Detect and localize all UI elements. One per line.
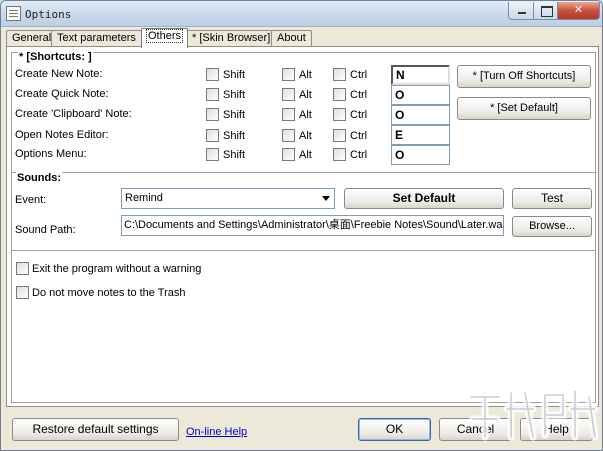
exit-without-warning-label: Exit the program without a warning: [32, 263, 202, 275]
minimize-button[interactable]: [508, 2, 534, 20]
ok-button[interactable]: OK: [358, 418, 431, 441]
shortcut-label-notes-editor: Open Notes Editor:: [15, 129, 109, 141]
shortcut-label-quick-note: Create Quick Note:: [15, 88, 109, 100]
ctrl-checkbox-options-menu[interactable]: [333, 148, 346, 161]
shift-label: Shift: [223, 69, 246, 81]
ctrl-label: Ctrl: [350, 69, 368, 81]
alt-label: Alt: [299, 69, 312, 81]
set-default-sound-button[interactable]: Set Default: [344, 188, 504, 209]
alt-checkbox-clipboard-note[interactable]: [282, 108, 295, 121]
tab-text-parameters[interactable]: Text parameters: [51, 30, 142, 47]
shift-label: Shift: [223, 130, 246, 142]
chevron-down-icon: [322, 196, 330, 201]
alt-checkbox-notes-editor[interactable]: [282, 129, 295, 142]
ctrl-label: Ctrl: [350, 130, 368, 142]
key-field-clipboard-note[interactable]: O: [391, 105, 450, 125]
ctrl-checkbox-notes-editor[interactable]: [333, 129, 346, 142]
shortcut-label-clipboard-note: Create 'Clipboard' Note:: [15, 108, 132, 120]
sound-path-input[interactable]: C:\Documents and Settings\Administrator\…: [121, 215, 504, 236]
close-icon: ✕: [573, 4, 584, 16]
no-trash-label: Do not move notes to the Trash: [32, 287, 186, 299]
ctrl-checkbox-clipboard-note[interactable]: [333, 108, 346, 121]
tab-others[interactable]: Others: [141, 28, 189, 48]
shift-label: Shift: [223, 109, 246, 121]
alt-checkbox-quick-note[interactable]: [282, 88, 295, 101]
tab-about[interactable]: About: [271, 30, 312, 47]
others-panel: * [Shortcuts: ] Create New Note: Create …: [6, 46, 599, 407]
no-trash-checkbox[interactable]: [16, 286, 29, 299]
key-field-notes-editor[interactable]: E: [391, 125, 450, 145]
alt-label: Alt: [299, 130, 312, 142]
alt-label: Alt: [299, 89, 312, 101]
shift-checkbox-quick-note[interactable]: [206, 88, 219, 101]
shift-checkbox-clipboard-note[interactable]: [206, 108, 219, 121]
key-field-options-menu[interactable]: O: [391, 145, 450, 165]
turn-off-shortcuts-button[interactable]: * [Turn Off Shortcuts]: [457, 65, 591, 88]
shift-checkbox-options-menu[interactable]: [206, 148, 219, 161]
shortcut-label-new-note: Create New Note:: [15, 68, 103, 80]
alt-checkbox-options-menu[interactable]: [282, 148, 295, 161]
close-button[interactable]: ✕: [557, 2, 600, 20]
key-field-quick-note[interactable]: O: [391, 85, 450, 105]
window-title: Options: [25, 8, 72, 21]
ctrl-label: Ctrl: [350, 149, 368, 161]
tab-skin-browser[interactable]: * [Skin Browser]: [186, 30, 277, 47]
ctrl-checkbox-new-note[interactable]: [333, 68, 346, 81]
event-select[interactable]: Remind: [121, 188, 335, 209]
test-sound-button[interactable]: Test: [512, 188, 592, 209]
ctrl-label: Ctrl: [350, 109, 368, 121]
ctrl-checkbox-quick-note[interactable]: [333, 88, 346, 101]
set-default-shortcuts-button[interactable]: * [Set Default]: [457, 97, 591, 120]
title-bar: Options ✕: [1, 1, 602, 27]
online-help-link[interactable]: On-line Help: [186, 426, 247, 438]
tab-general[interactable]: General: [6, 30, 58, 47]
shift-checkbox-new-note[interactable]: [206, 68, 219, 81]
app-icon: [6, 6, 21, 21]
alt-checkbox-new-note[interactable]: [282, 68, 295, 81]
sounds-group: Sounds:: [11, 172, 596, 251]
browse-button[interactable]: Browse...: [512, 216, 592, 237]
sound-path-label: Sound Path:: [15, 224, 76, 236]
maximize-button[interactable]: [533, 2, 558, 20]
shortcuts-legend: * [Shortcuts: ]: [18, 51, 93, 63]
options-window: Options ✕ General Text parameters Others…: [0, 0, 603, 451]
shortcut-label-options-menu: Options Menu:: [15, 148, 87, 160]
exit-without-warning-checkbox[interactable]: [16, 262, 29, 275]
shift-label: Shift: [223, 89, 246, 101]
sounds-legend: Sounds:: [16, 172, 62, 184]
ctrl-label: Ctrl: [350, 89, 368, 101]
alt-label: Alt: [299, 149, 312, 161]
event-select-value: Remind: [125, 192, 163, 204]
restore-defaults-button[interactable]: Restore default settings: [12, 418, 179, 441]
watermark-logo: [467, 387, 599, 441]
event-label: Event:: [15, 194, 47, 206]
key-field-new-note[interactable]: N: [391, 65, 450, 85]
shift-label: Shift: [223, 149, 246, 161]
shift-checkbox-notes-editor[interactable]: [206, 129, 219, 142]
alt-label: Alt: [299, 109, 312, 121]
